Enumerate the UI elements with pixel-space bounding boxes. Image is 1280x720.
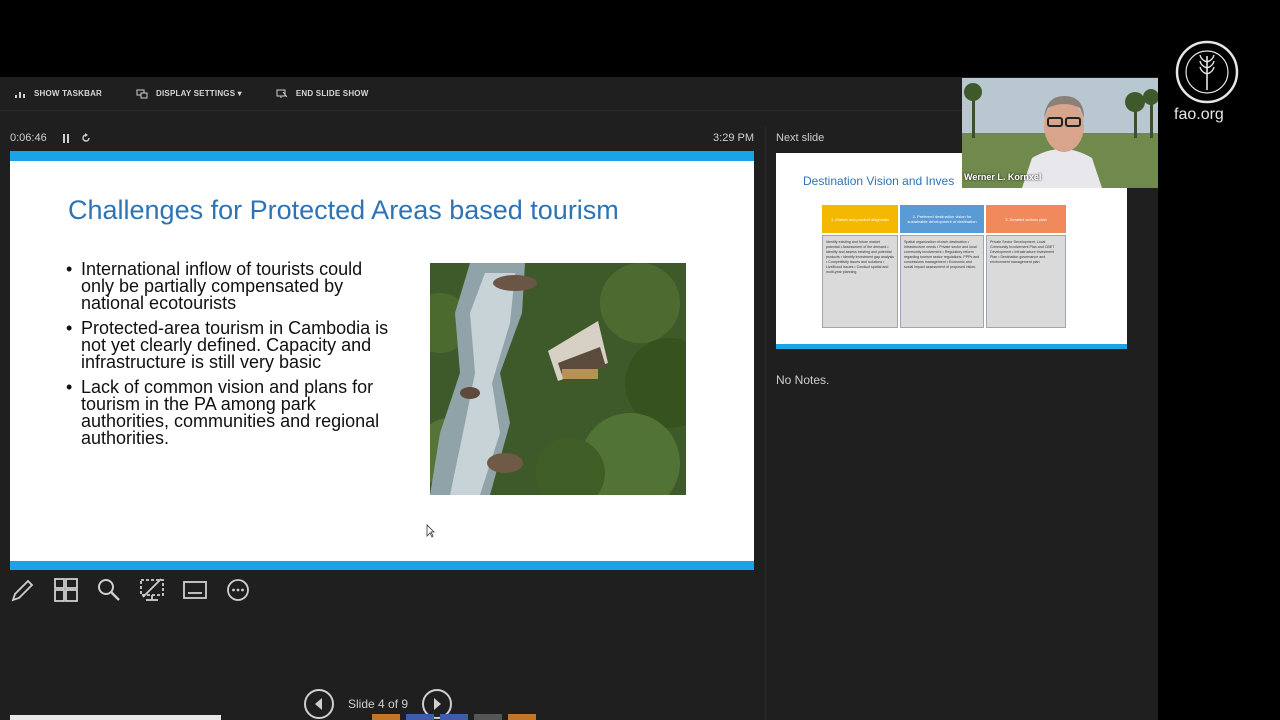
slide-indicator: Slide 4 of 9: [348, 697, 409, 711]
table-header: 1. Market and product diagnostic: [822, 205, 898, 233]
presenter-tools: [10, 577, 251, 603]
previous-slide-button[interactable]: [304, 689, 334, 719]
display-settings-button[interactable]: DISPLAY SETTINGS ▾: [136, 89, 242, 99]
slide-top-bar: [10, 151, 754, 161]
fao-logo: [1175, 40, 1239, 104]
slide-bullets: International inflow of tourists could o…: [66, 260, 396, 455]
display-settings-icon: [136, 89, 148, 99]
end-slide-show-button[interactable]: END SLIDE SHOW: [276, 89, 369, 99]
speaker-notes: No Notes.: [776, 373, 830, 387]
elapsed-time: 0:06:46: [10, 132, 47, 144]
table-cell: Spatial organization of each destination…: [900, 235, 984, 328]
zoom-icon[interactable]: [96, 577, 122, 603]
screen: SHOW TASKBAR DISPLAY SETTINGS ▾ END SLID…: [0, 0, 1280, 720]
current-slide[interactable]: Challenges for Protected Areas based tou…: [10, 151, 754, 570]
taskbar-thumb[interactable]: [474, 714, 502, 720]
bottom-strip: [10, 715, 221, 720]
taskbar-thumbnails: [372, 714, 536, 720]
slide-bullet: International inflow of tourists could o…: [66, 260, 396, 312]
end-show-icon: [276, 89, 288, 99]
taskbar-thumb[interactable]: [372, 714, 400, 720]
taskbar-thumb[interactable]: [508, 714, 536, 720]
next-slide-bottom-bar: [776, 344, 1127, 349]
taskbar-thumb[interactable]: [440, 714, 468, 720]
more-options-icon[interactable]: [225, 577, 251, 603]
table-cell: Private Sector Development, Local Commun…: [986, 235, 1066, 328]
black-screen-icon[interactable]: [139, 577, 165, 603]
fao-site: fao.org: [1174, 106, 1224, 123]
next-slide-label: Next slide: [776, 132, 825, 144]
next-slide-title: Destination Vision and Inves: [803, 174, 955, 188]
table-cell: Identify existing and future market pote…: [822, 235, 898, 328]
taskbar-thumb[interactable]: [406, 714, 434, 720]
slide-bottom-bar: [10, 561, 754, 570]
restart-timer-icon[interactable]: [79, 132, 93, 144]
participant-name: Werner L. Kornxel: [964, 172, 1042, 182]
river-lodge-photo: [430, 263, 686, 495]
see-all-slides-icon[interactable]: [53, 577, 79, 603]
current-clock: 3:29 PM: [713, 132, 754, 144]
arrow-left-icon: [315, 698, 322, 710]
table-header: 2. Preferred destination vision for sust…: [900, 205, 984, 233]
next-slide-table: 1. Market and product diagnostic 2. Pref…: [822, 205, 1066, 328]
timer-row: 0:06:46 3:29 PM: [10, 131, 754, 145]
subtitles-icon[interactable]: [182, 577, 208, 603]
table-header: 3. Detailed actions plan: [986, 205, 1066, 233]
show-taskbar-label: SHOW TASKBAR: [34, 89, 103, 98]
panel-divider: [765, 127, 766, 720]
taskbar-icon: [14, 89, 26, 99]
slide-bullet: Lack of common vision and plans for tour…: [66, 378, 396, 447]
slide-bullet: Protected-area tourism in Cambodia is no…: [66, 319, 396, 371]
arrow-right-icon: [434, 698, 442, 710]
webcam-feed: Werner L. Kornxel: [962, 78, 1158, 188]
mouse-cursor-icon: [426, 524, 435, 538]
pen-icon[interactable]: [10, 577, 36, 603]
end-slide-show-label: END SLIDE SHOW: [295, 89, 369, 98]
slide-title: Challenges for Protected Areas based tou…: [68, 195, 619, 225]
display-settings-label: DISPLAY SETTINGS ▾: [156, 89, 242, 98]
show-taskbar-button[interactable]: SHOW TASKBAR: [14, 89, 102, 99]
pause-icon[interactable]: [59, 132, 73, 144]
